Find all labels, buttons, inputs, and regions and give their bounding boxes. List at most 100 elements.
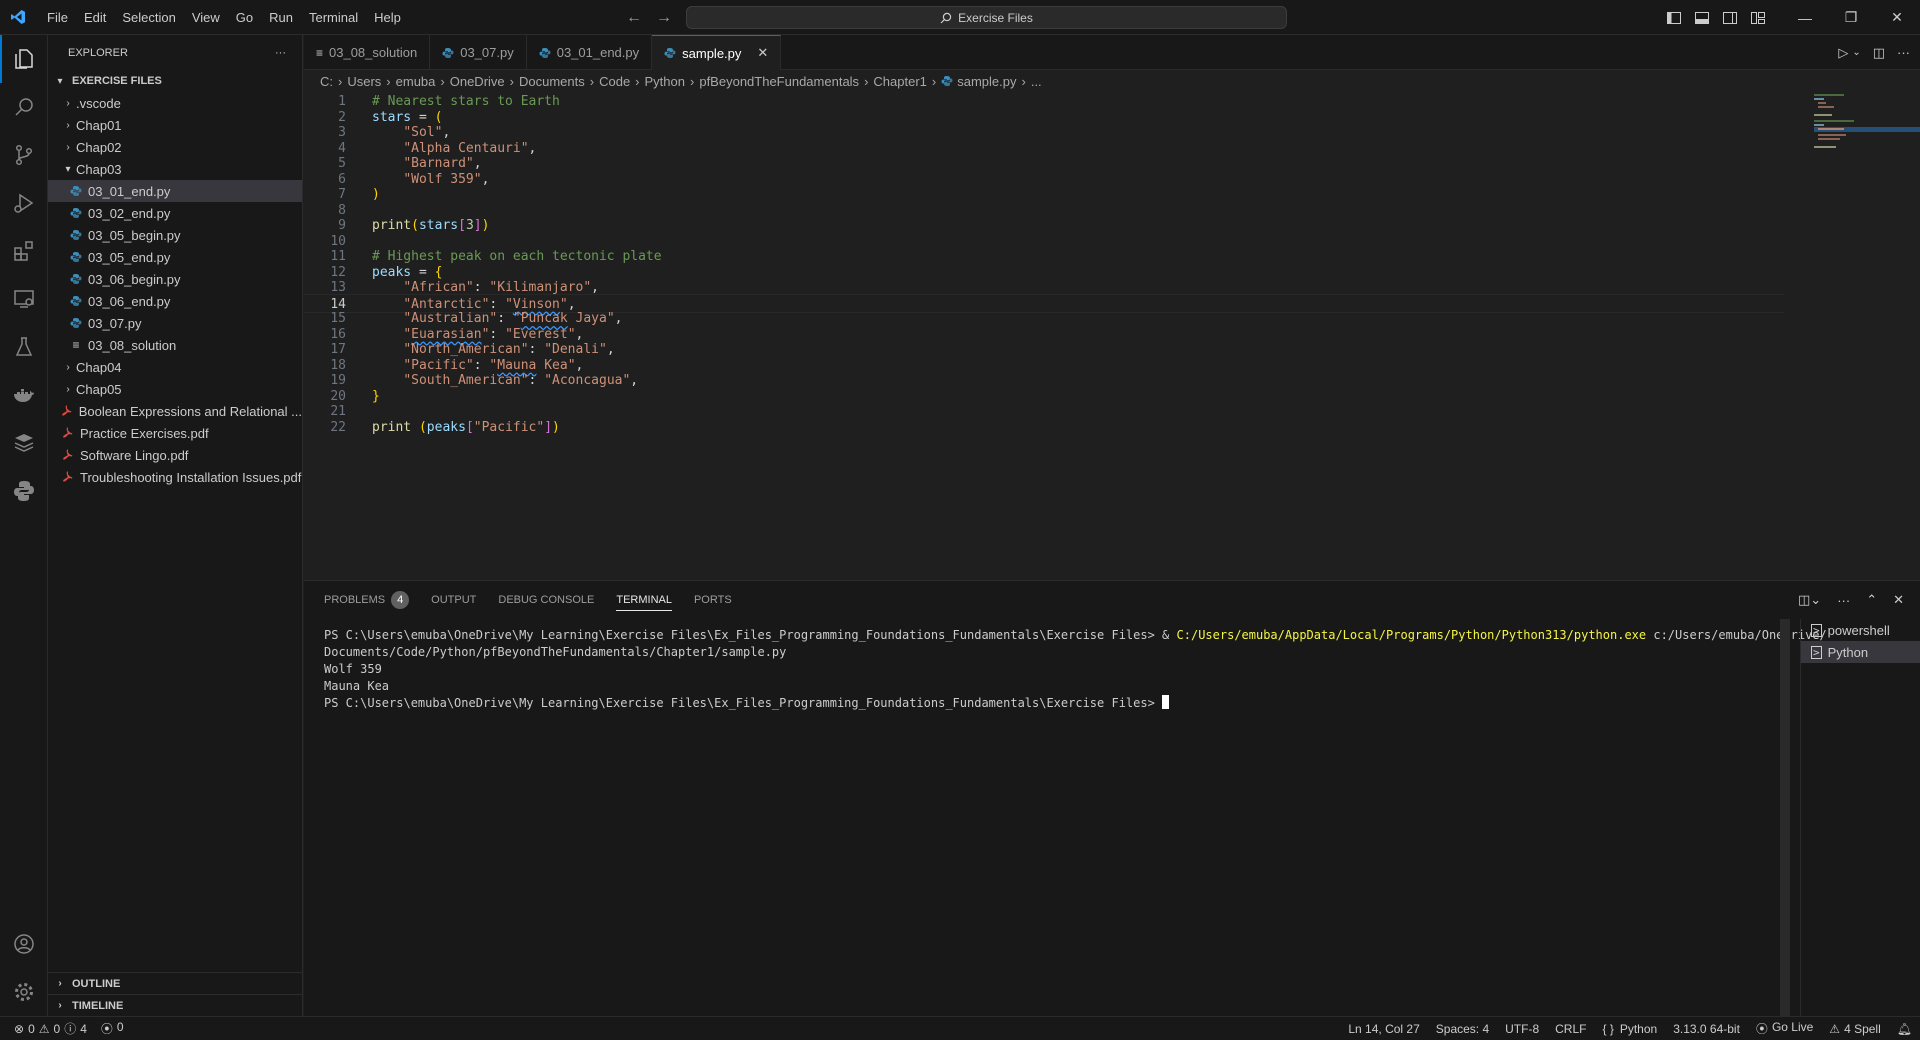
breadcrumb-item[interactable]: emuba [396, 74, 436, 89]
restore-icon[interactable]: ❐ [1828, 0, 1874, 35]
indentation[interactable]: Spaces: 4 [1436, 1022, 1489, 1036]
breadcrumb-item[interactable]: C: [320, 74, 333, 89]
tree-item[interactable]: 03_05_end.py [48, 246, 302, 268]
tree-item[interactable]: › Chap01 [48, 114, 302, 136]
minimap[interactable] [1800, 92, 1920, 580]
tree-item[interactable]: 03_01_end.py [48, 180, 302, 202]
tree-item[interactable]: Troubleshooting Installation Issues.pdf [48, 466, 302, 488]
menu-file[interactable]: File [39, 0, 76, 35]
tab-terminal[interactable]: TERMINAL [616, 581, 672, 619]
editor-tab[interactable]: ≡ 03_08_solution [304, 35, 431, 70]
tab-ports[interactable]: PORTS [694, 581, 732, 619]
tree-item[interactable]: 03_06_begin.py [48, 268, 302, 290]
python-icon[interactable] [0, 467, 48, 515]
breadcrumb-item[interactable]: pfBeyondTheFundamentals [699, 74, 859, 89]
tree-item[interactable]: 03_06_end.py [48, 290, 302, 312]
notifications-bell-icon[interactable]: 🔔︎ [1897, 1022, 1912, 1036]
more-actions-icon[interactable]: ··· [275, 47, 286, 59]
terminal-scrollbar[interactable] [1780, 619, 1790, 1017]
editor-more-actions-icon[interactable]: ··· [1897, 45, 1910, 60]
breadcrumb-item[interactable]: Chapter1 [873, 74, 926, 89]
tree-item[interactable]: Software Lingo.pdf [48, 444, 302, 466]
tree-item[interactable]: 03_02_end.py [48, 202, 302, 224]
timeline-section[interactable]: › TIMELINE [48, 994, 303, 1016]
forward-arrow-icon[interactable]: → [656, 9, 672, 27]
close-panel-icon[interactable]: ✕ [1893, 592, 1904, 608]
minimize-icon[interactable]: — [1782, 0, 1828, 35]
search-view-icon[interactable] [0, 83, 48, 131]
breadcrumb-item[interactable]: sample.py [957, 74, 1016, 89]
docker-icon[interactable] [0, 371, 48, 419]
tab-debug-console[interactable]: DEBUG CONSOLE [498, 581, 594, 619]
toggle-panel-icon[interactable] [1688, 0, 1716, 35]
menu-selection[interactable]: Selection [114, 0, 183, 35]
menu-help[interactable]: Help [366, 0, 409, 35]
menu-go[interactable]: Go [228, 0, 261, 35]
editor-tab[interactable]: sample.py ✕ [652, 35, 782, 70]
manage-gear-icon[interactable] [0, 968, 48, 1016]
tree-item[interactable]: › Chap02 [48, 136, 302, 158]
editor-tab[interactable]: 03_01_end.py [527, 35, 653, 70]
split-terminal-icon[interactable]: ◫⌄ [1798, 592, 1821, 608]
source-control-icon[interactable] [0, 131, 48, 179]
split-editor-icon[interactable]: ◫ [1873, 45, 1885, 61]
go-live[interactable]: ⦿ Go Live [1756, 1020, 1813, 1037]
account-icon[interactable] [0, 920, 48, 968]
tab-output[interactable]: OUTPUT [431, 581, 476, 619]
close-window-icon[interactable]: ✕ [1874, 0, 1920, 35]
explorer-icon[interactable] [0, 35, 48, 83]
python-interpreter[interactable]: 3.13.0 64-bit [1673, 1022, 1740, 1036]
remote-explorer-icon[interactable] [0, 275, 48, 323]
testing-flask-icon[interactable] [0, 323, 48, 371]
stack-layers-icon[interactable] [0, 419, 48, 467]
outline-section[interactable]: › OUTLINE [48, 972, 303, 994]
command-center-search[interactable]: Exercise Files [686, 6, 1287, 29]
tree-item[interactable]: Boolean Expressions and Relational ... [48, 400, 302, 422]
spell-check[interactable]: ⚠ 4 Spell [1829, 1022, 1880, 1036]
ports-status[interactable]: ⦿ 0 [101, 1020, 124, 1037]
breadcrumb-item[interactable]: Python [645, 74, 685, 89]
tab-problems[interactable]: PROBLEMS 4 [324, 581, 410, 619]
editor-tab[interactable]: 03_07.py [430, 35, 527, 70]
terminal-item-powershell[interactable]: > powershell [1801, 619, 1920, 641]
breadcrumb-item[interactable]: Documents [519, 74, 585, 89]
tree-item[interactable]: Practice Exercises.pdf [48, 422, 302, 444]
tree-item[interactable]: ≡ 03_08_solution [48, 334, 302, 356]
toggle-secondary-sidebar-icon[interactable] [1716, 0, 1744, 35]
breadcrumb-item[interactable]: OneDrive [450, 74, 505, 89]
tree-item-label: 03_05_begin.py [88, 227, 181, 243]
tree-item[interactable]: › .vscode [48, 92, 302, 114]
close-tab-icon[interactable]: ✕ [757, 45, 768, 61]
line-ending[interactable]: CRLF [1555, 1022, 1586, 1036]
run-dropdown-chevron-icon[interactable]: ⌄ [1852, 47, 1860, 58]
menu-edit[interactable]: Edit [76, 0, 114, 35]
problems-status[interactable]: ⊗ 0 ⚠ 0 ⓘ 4 [14, 1020, 87, 1037]
breadcrumb-item[interactable]: ... [1031, 74, 1042, 89]
tree-item[interactable]: › Chap04 [48, 356, 302, 378]
menu-terminal[interactable]: Terminal [301, 0, 366, 35]
encoding[interactable]: UTF-8 [1505, 1022, 1539, 1036]
terminal-item-python[interactable]: > Python [1801, 641, 1920, 663]
maximize-panel-icon[interactable]: ⌃ [1866, 592, 1877, 608]
extensions-icon[interactable] [0, 227, 48, 275]
run-python-file-icon[interactable]: ▷ [1838, 45, 1848, 61]
back-arrow-icon[interactable]: ← [626, 9, 642, 27]
toggle-primary-sidebar-icon[interactable] [1660, 0, 1688, 35]
menu-run[interactable]: Run [261, 0, 301, 35]
menu-view[interactable]: View [184, 0, 228, 35]
tree-item[interactable]: 03_05_begin.py [48, 224, 302, 246]
code-editor[interactable]: 1 # Nearest stars to Earth 2 stars = (3 "So… [304, 92, 1920, 580]
run-debug-icon[interactable] [0, 179, 48, 227]
customize-layout-icon[interactable] [1744, 0, 1772, 35]
breadcrumb-item[interactable]: Code [599, 74, 630, 89]
breadcrumb-item[interactable]: Users [347, 74, 381, 89]
tree-item[interactable]: 03_07.py [48, 312, 302, 334]
exercise-files-section[interactable]: ▾ EXERCISE FILES [48, 70, 302, 92]
language-mode[interactable]: { } Python [1602, 1022, 1657, 1036]
tree-item[interactable]: ▾ Chap03 [48, 158, 302, 180]
code-line[interactable]: 22 print (peaks["Pacific"]) [304, 418, 1784, 437]
tree-item[interactable]: › Chap05 [48, 378, 302, 400]
panel-more-actions-icon[interactable]: ··· [1837, 593, 1850, 608]
terminal-output[interactable]: PS C:\Users\emuba\OneDrive\My Learning\E… [324, 627, 1920, 1007]
cursor-position[interactable]: Ln 14, Col 27 [1348, 1022, 1419, 1036]
